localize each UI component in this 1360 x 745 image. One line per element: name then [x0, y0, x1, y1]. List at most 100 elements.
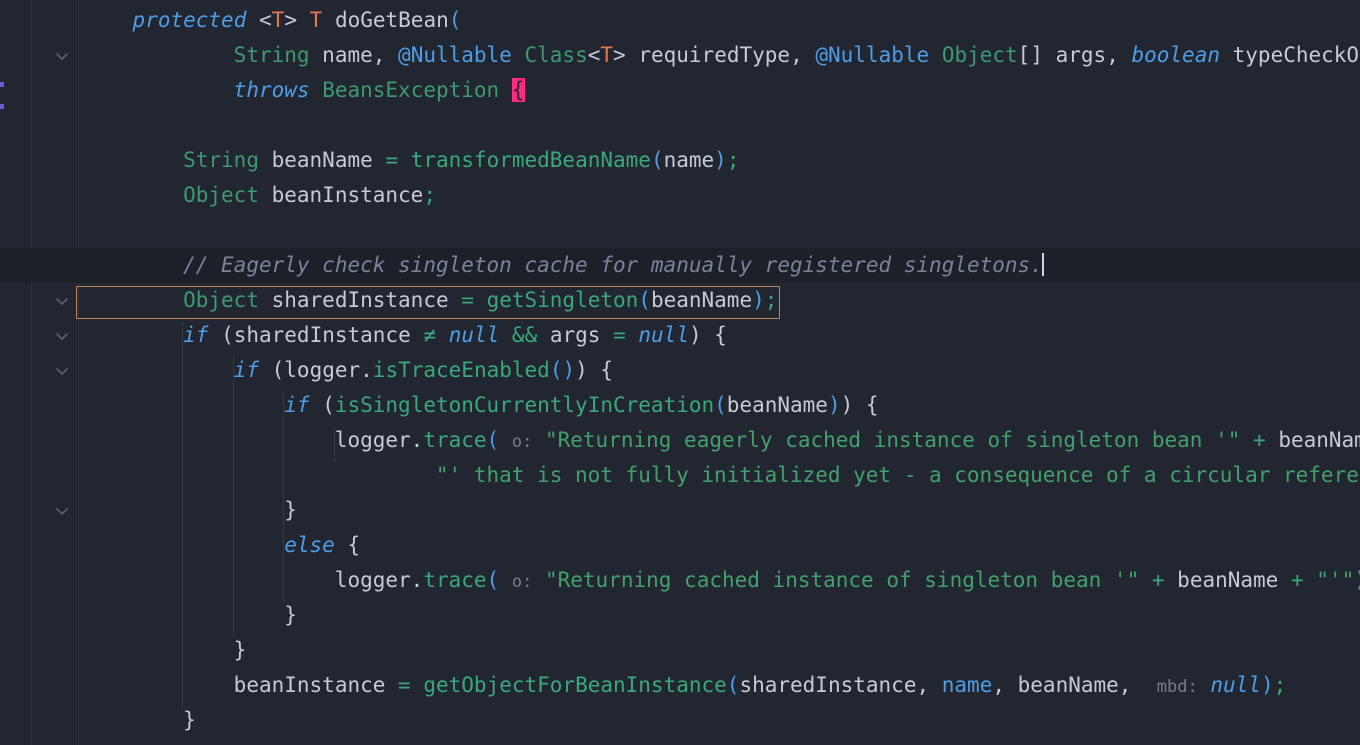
code-token: String	[183, 148, 259, 172]
code-line[interactable]: "' that is not fully initialized yet - a…	[0, 458, 1360, 493]
code-token: )	[752, 288, 765, 312]
code-token: ,	[372, 43, 399, 67]
code-token: )	[827, 393, 841, 417]
code-token: if	[183, 323, 209, 347]
code-token: ;	[764, 288, 778, 312]
code-token: (	[486, 428, 500, 452]
code-line[interactable]: }	[0, 633, 1360, 668]
code-token: (	[271, 358, 285, 382]
code-token: doGetBean	[334, 8, 449, 32]
code-editor[interactable]: protected <T> T doGetBean(String name, @…	[0, 0, 1360, 745]
code-token: args	[1042, 43, 1107, 67]
code-token: beanInstance	[258, 183, 424, 207]
code-token: getObjectForBeanInstance	[423, 673, 727, 697]
code-token: name	[941, 673, 993, 697]
code-token: "Returning cached instance of singleton …	[544, 568, 1140, 592]
code-token: }	[183, 708, 196, 732]
code-token: beanName	[1017, 673, 1119, 697]
code-token: ,	[992, 673, 1018, 697]
code-token: {	[865, 393, 879, 417]
code-line[interactable]	[0, 108, 1360, 143]
code-token: name	[309, 43, 373, 67]
code-token: if	[233, 358, 259, 382]
code-token: =	[613, 323, 626, 347]
code-token: "Returning eagerly cached instance of si…	[544, 428, 1241, 452]
code-token: o:	[511, 432, 533, 452]
code-token: .	[360, 358, 373, 382]
code-line[interactable]: // Eagerly check singleton cache for man…	[0, 248, 1360, 283]
code-token: Object	[941, 43, 1018, 67]
code-line[interactable]: if (isSingletonCurrentlyInCreation(beanN…	[0, 388, 1360, 423]
code-line[interactable]: }	[0, 598, 1360, 633]
code-line[interactable]: }	[0, 703, 1360, 738]
code-token: )	[575, 358, 588, 382]
code-content[interactable]: protected <T> T doGetBean(String name, @…	[0, 0, 1360, 745]
code-token: {	[600, 358, 614, 382]
code-token: <	[587, 43, 601, 67]
code-line[interactable]: Object beanInstance;	[0, 178, 1360, 213]
code-token: (	[726, 673, 740, 697]
code-token: +	[1151, 568, 1165, 592]
code-token: T	[600, 43, 614, 67]
code-line[interactable]	[0, 213, 1360, 248]
code-line[interactable]: }	[0, 493, 1360, 528]
code-line[interactable]: if (sharedInstance ≠ null && args = null…	[0, 318, 1360, 353]
code-token: (	[221, 323, 234, 347]
code-token: boolean	[1131, 43, 1220, 67]
code-token: ,	[790, 43, 816, 67]
code-token: sharedInstance	[739, 673, 917, 697]
code-line[interactable]: String beanName = transformedBeanName(na…	[0, 143, 1360, 178]
code-token: getSingleton	[486, 288, 639, 312]
code-line[interactable]: throws BeansException {	[0, 73, 1360, 108]
code-token: >	[613, 43, 626, 67]
code-line[interactable]: protected <T> T doGetBean(	[0, 3, 1360, 38]
code-token: beanInstance	[233, 673, 399, 697]
code-token: @Nullable	[398, 43, 512, 67]
code-token: T	[271, 8, 285, 32]
code-line[interactable]: if (logger.isTraceEnabled()) {	[0, 353, 1360, 388]
code-token: .	[410, 568, 424, 592]
code-line[interactable]: logger.trace( o: "Returning eagerly cach…	[0, 423, 1360, 458]
code-token: +	[1253, 428, 1266, 452]
code-token: sharedInstance	[233, 323, 424, 347]
code-token: Object	[183, 288, 259, 312]
code-token: Class	[524, 43, 588, 67]
code-line[interactable]: else {	[0, 528, 1360, 563]
code-token: ,	[1118, 673, 1132, 697]
code-token: beanName	[1164, 568, 1291, 592]
code-line[interactable]: Object sharedInstance = getSingleton(bea…	[0, 283, 1360, 318]
code-line[interactable]: logger.trace( o: "Returning cached insta…	[0, 563, 1360, 598]
code-token: BeansException	[322, 78, 500, 102]
code-token: isSingletonCurrentlyInCreation	[334, 393, 715, 417]
code-line[interactable]: String name, @Nullable Class<T> required…	[0, 38, 1360, 73]
code-token: =	[398, 673, 411, 697]
code-token: protected	[132, 8, 247, 32]
code-token: else	[284, 533, 335, 557]
code-token: null	[1210, 673, 1261, 697]
code-line[interactable]: beanInstance = getObjectForBeanInstance(…	[0, 668, 1360, 703]
code-token: {	[714, 323, 727, 347]
code-token: isTraceEnabled	[372, 358, 550, 382]
code-token: if	[284, 393, 310, 417]
code-token: )	[840, 393, 854, 417]
code-token: logger	[334, 568, 411, 592]
code-token: )	[714, 148, 727, 172]
code-token: String	[233, 43, 310, 67]
code-token: (	[638, 288, 651, 312]
code-token: beanName	[726, 393, 828, 417]
